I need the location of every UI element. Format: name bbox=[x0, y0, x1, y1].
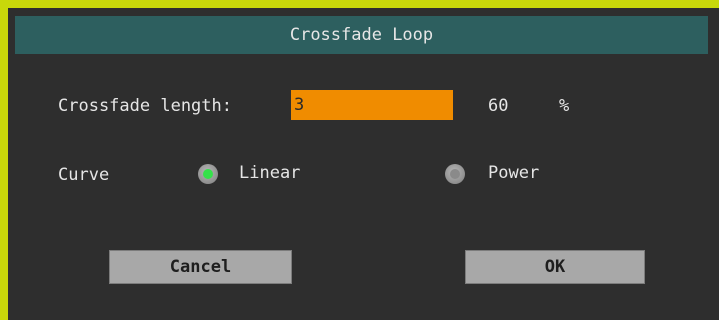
dialog-title: Crossfade Loop bbox=[289, 25, 434, 45]
cancel-button-label: Cancel bbox=[169, 257, 232, 277]
crossfade-length-value: 3 bbox=[294, 95, 305, 115]
power-option-label[interactable]: Power bbox=[488, 163, 539, 183]
radio-unselected-dot bbox=[450, 169, 460, 179]
ok-button[interactable]: OK bbox=[465, 250, 645, 284]
linear-radio-button[interactable] bbox=[198, 164, 218, 184]
ok-button-label: OK bbox=[544, 257, 566, 277]
linear-option-label[interactable]: Linear bbox=[239, 163, 300, 183]
radio-selected-dot bbox=[203, 169, 213, 179]
dialog-title-bar: Crossfade Loop bbox=[15, 16, 708, 54]
percent-unit-label: % bbox=[559, 96, 570, 116]
crossfade-percent-value: 60 bbox=[488, 96, 509, 116]
crossfade-length-label: Crossfade length: bbox=[58, 96, 232, 116]
curve-label: Curve bbox=[58, 165, 110, 185]
crossfade-length-field[interactable]: 3 bbox=[291, 90, 453, 120]
power-radio-button[interactable] bbox=[445, 164, 465, 184]
cancel-button[interactable]: Cancel bbox=[109, 250, 292, 284]
